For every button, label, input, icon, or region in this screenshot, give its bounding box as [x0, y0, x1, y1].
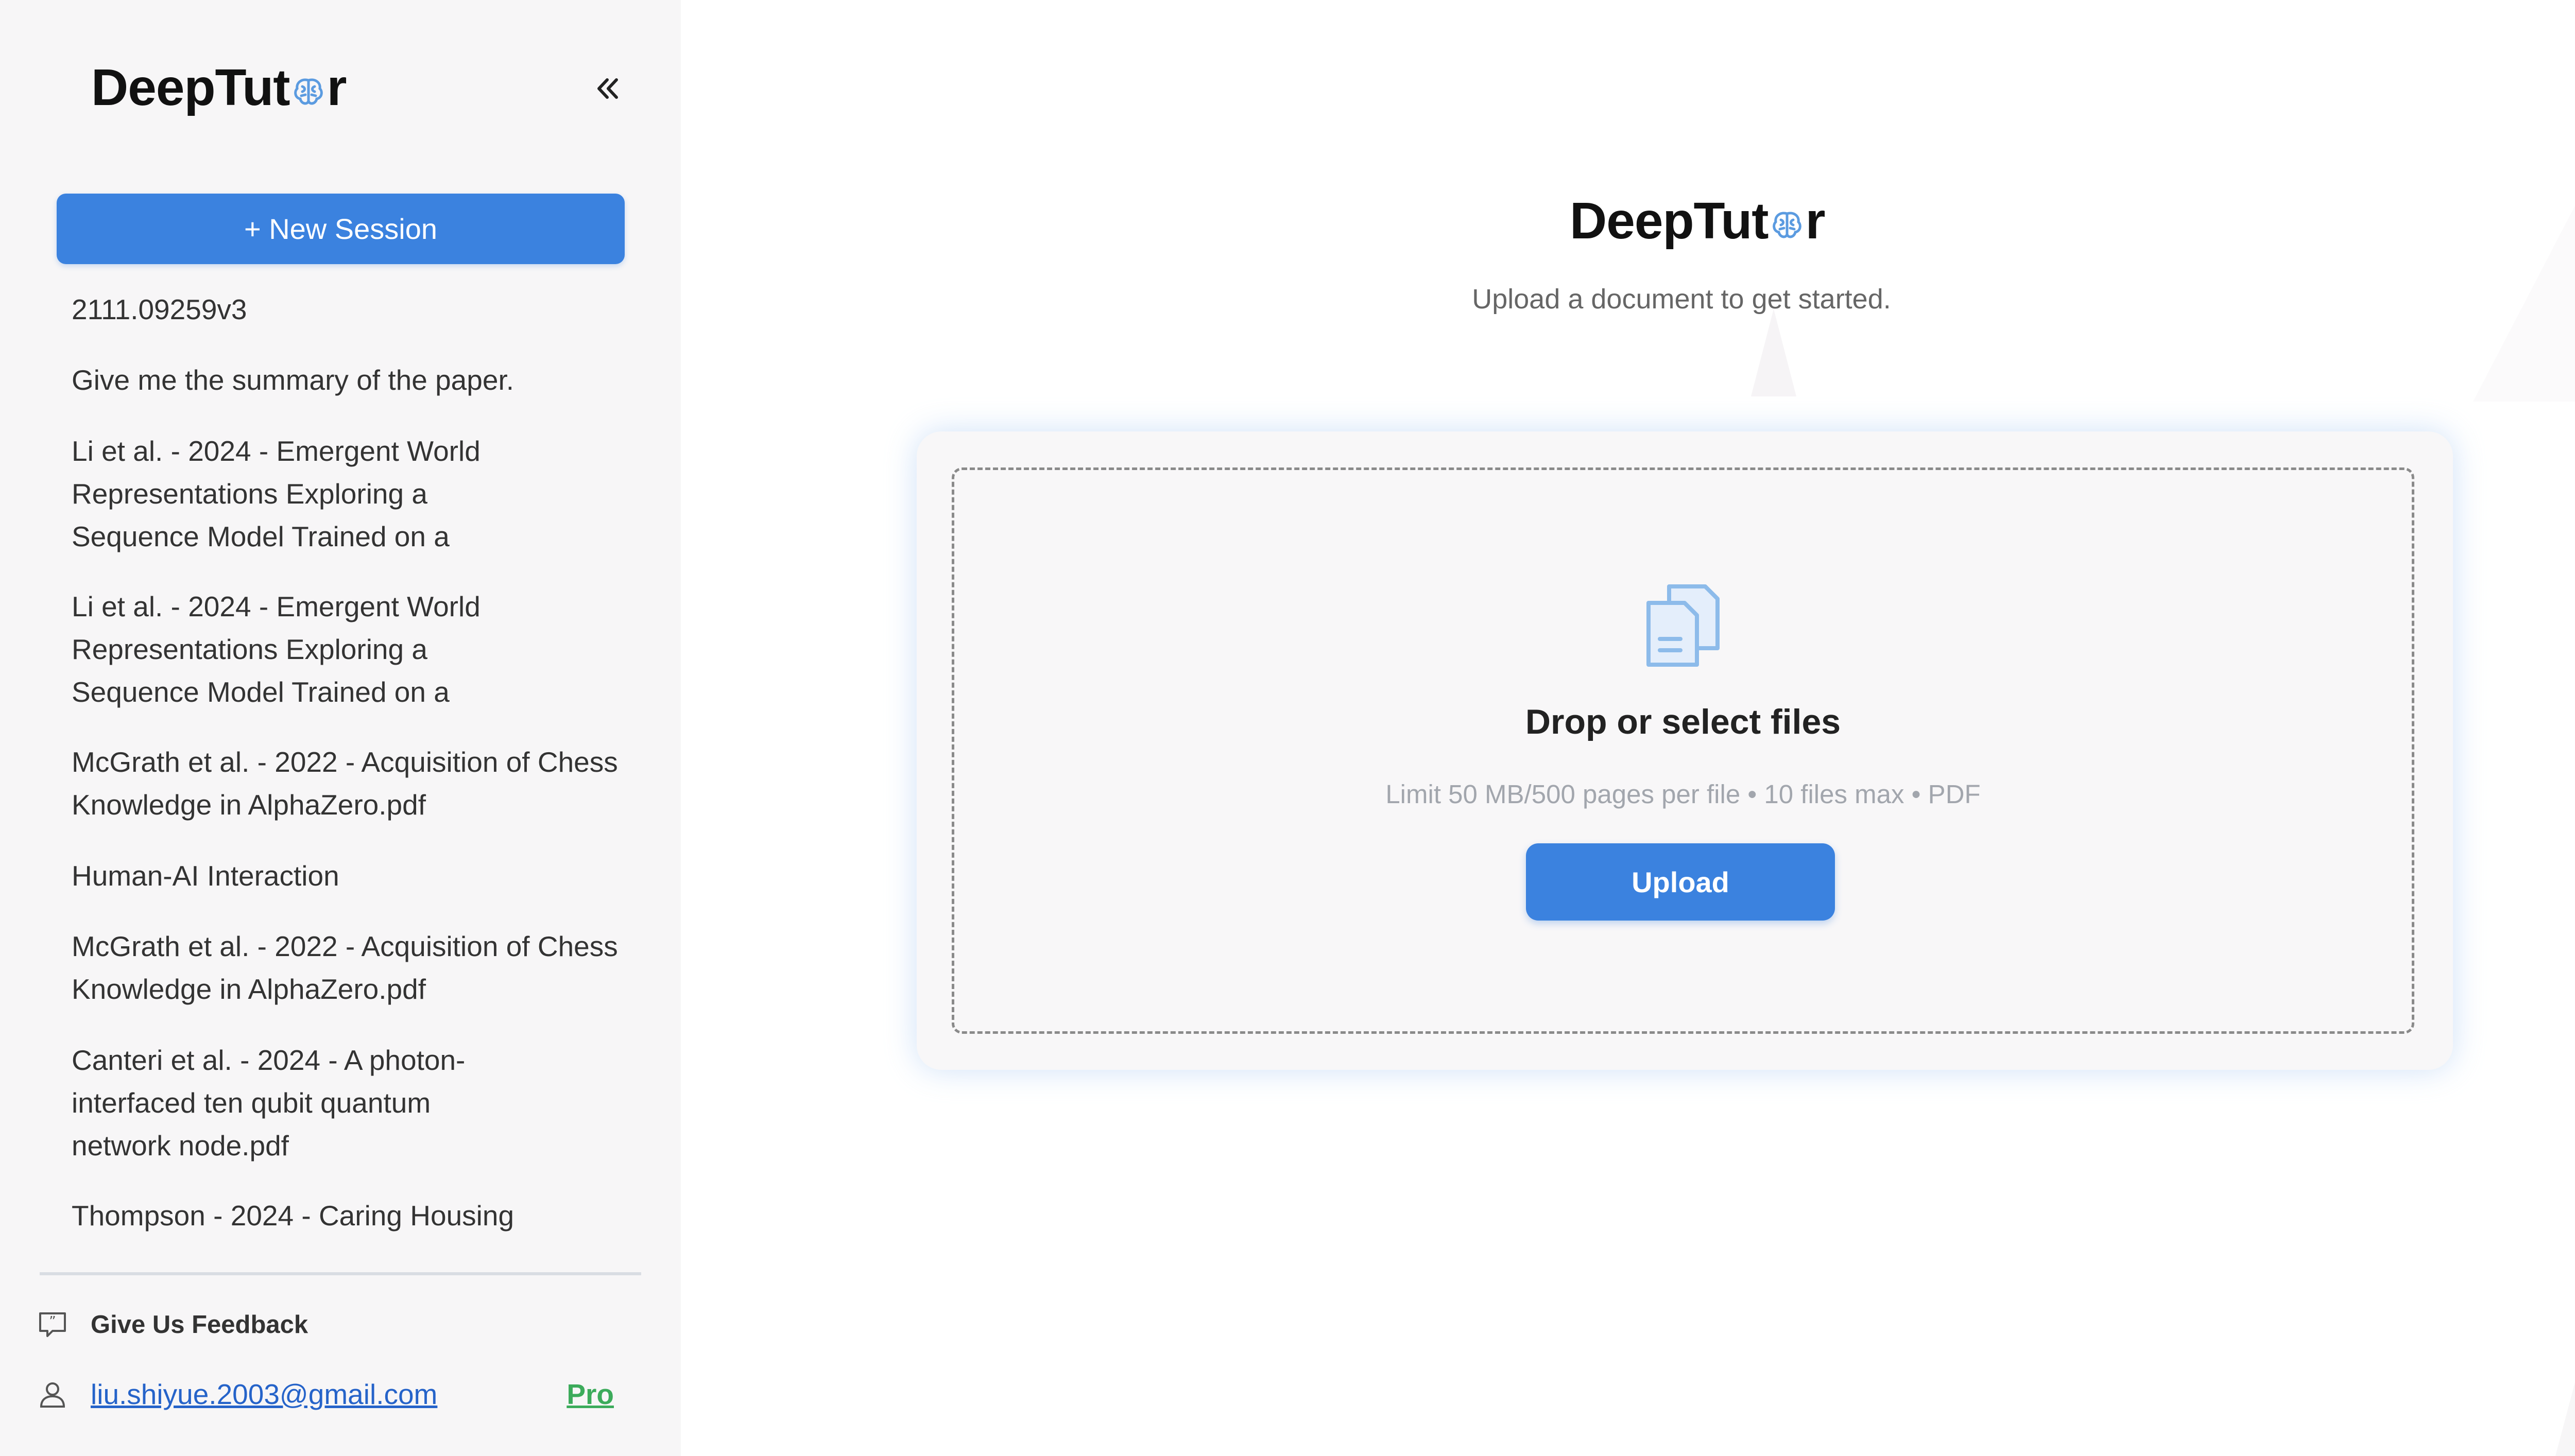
session-item[interactable]: Li et al. - 2024 - Emergent World Repres… — [72, 430, 535, 558]
logo-text-prefix: DeepTut — [1570, 192, 1769, 250]
feedback-button[interactable]: ” Give Us Feedback — [37, 1307, 308, 1343]
session-item[interactable]: Thompson - 2024 - Caring Housing — [72, 1194, 587, 1237]
upload-card: Drop or select files Limit 50 MB/500 pag… — [917, 431, 2453, 1070]
session-item[interactable]: Canteri et al. - 2024 - A photon-interfa… — [72, 1039, 525, 1167]
file-dropzone[interactable]: Drop or select files Limit 50 MB/500 pag… — [952, 467, 2414, 1034]
brain-icon — [294, 78, 323, 105]
session-list: 2111.09259v3 Give me the summary of the … — [0, 288, 681, 1259]
upload-limit-text: Limit 50 MB/500 pages per file • 10 file… — [1385, 779, 1981, 809]
session-item[interactable]: Give me the summary of the paper. — [72, 359, 587, 402]
logo-text-suffix: r — [1805, 192, 1826, 250]
main-logo: DeepTut r — [1570, 192, 1825, 251]
user-email-link[interactable]: liu.shiyue.2003@gmail.com — [91, 1378, 437, 1411]
sidebar: DeepTut r + New Session 2111.09259v3 Giv… — [0, 0, 681, 1456]
feedback-icon: ” — [39, 1312, 66, 1337]
sidebar-divider — [40, 1272, 641, 1275]
session-item[interactable]: 2111.09259v3 — [72, 288, 587, 331]
logo-text-suffix: r — [327, 59, 347, 116]
main-panel: DeepTut r Upload a document to get start… — [681, 0, 2575, 1456]
session-item[interactable]: McGrath et al. - 2022 - Acquisition of C… — [72, 925, 628, 1011]
documents-icon — [1646, 584, 1720, 667]
pro-plan-link[interactable]: Pro — [566, 1378, 614, 1411]
session-item[interactable]: Li et al. - 2024 - Emergent World Repres… — [72, 585, 535, 714]
upload-subtitle: Upload a document to get started. — [1472, 284, 1891, 315]
new-session-button[interactable]: + New Session — [57, 194, 625, 264]
upload-button[interactable]: Upload — [1526, 843, 1835, 921]
session-item[interactable]: McGrath et al. - 2022 - Acquisition of C… — [72, 741, 628, 826]
svg-text:”: ” — [49, 1314, 56, 1329]
drop-title: Drop or select files — [1525, 702, 1841, 741]
logo-text-prefix: DeepTut — [91, 59, 290, 116]
feedback-label: Give Us Feedback — [91, 1311, 308, 1339]
double-chevron-left-icon — [597, 78, 618, 99]
sidebar-logo[interactable]: DeepTut r — [91, 58, 347, 117]
session-item[interactable]: Human-AI Interaction — [72, 855, 587, 897]
brain-icon — [1772, 212, 1801, 238]
collapse-sidebar-button[interactable] — [587, 68, 628, 109]
user-icon — [40, 1382, 65, 1408]
user-row: liu.shiyue.2003@gmail.com Pro — [37, 1374, 619, 1415]
